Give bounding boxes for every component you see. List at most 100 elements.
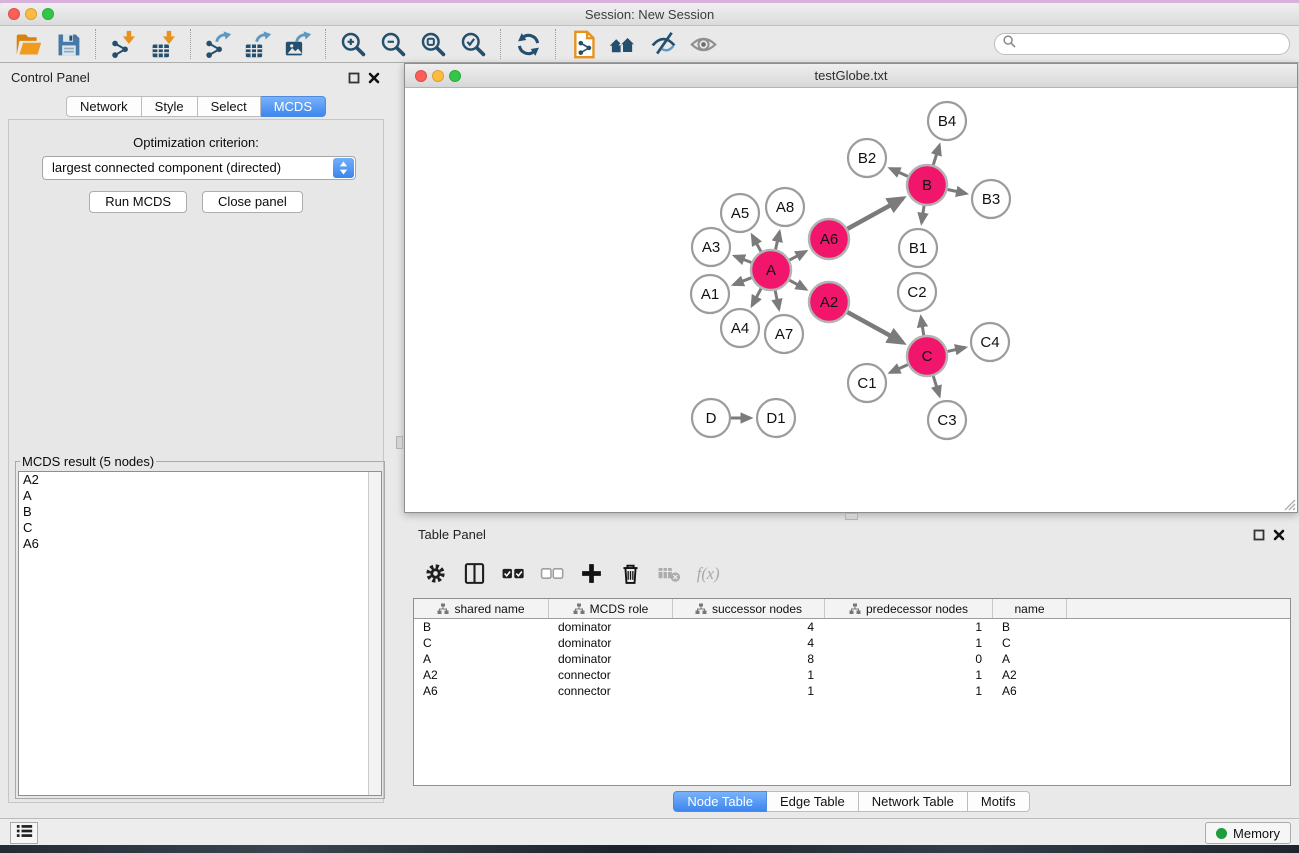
tab-style[interactable]: Style [142,96,198,117]
search-box[interactable] [994,33,1290,55]
graph-edge-A-A5[interactable] [752,235,761,251]
graph-node-A1[interactable]: A1 [691,275,729,313]
column-header-name[interactable]: name [993,599,1067,618]
add-icon[interactable] [576,558,606,588]
graph-edge-A-A4[interactable] [752,289,761,306]
tab-node-table[interactable]: Node Table [673,791,767,812]
column-header-shared-name[interactable]: shared name [414,599,549,618]
graph-node-A5[interactable]: A5 [721,194,759,232]
graph-node-C[interactable]: C [907,336,947,376]
home-icon[interactable] [603,28,643,60]
result-list-item[interactable]: A2 [19,472,381,488]
network-zoom-button[interactable] [449,70,461,82]
horizontal-splitter-handle[interactable] [845,513,858,520]
tab-mcds[interactable]: MCDS [261,96,326,117]
result-list-item[interactable]: A [19,488,381,504]
graph-node-D1[interactable]: D1 [757,399,795,437]
graph-edge-B-B4[interactable] [933,145,939,165]
graph-edge-A-A3[interactable] [735,256,752,262]
graph-edge-A-A8[interactable] [776,232,780,250]
zoom-in-icon[interactable] [333,28,373,60]
delete-icon[interactable] [615,558,645,588]
columns-icon[interactable] [459,558,489,588]
graph-node-A7[interactable]: A7 [765,315,803,353]
result-list-item[interactable]: B [19,504,381,520]
graph-edge-C-C2[interactable] [921,317,924,335]
graph-edge-A-A1[interactable] [734,278,752,285]
graph-node-C1[interactable]: C1 [848,364,886,402]
tab-motifs[interactable]: Motifs [968,791,1030,812]
result-list-item[interactable]: A6 [19,536,381,552]
save-session-icon[interactable] [48,28,88,60]
vertical-splitter-handle[interactable] [396,436,403,449]
tab-select[interactable]: Select [198,96,261,117]
column-header-successor-nodes[interactable]: successor nodes [673,599,825,618]
graph-node-B3[interactable]: B3 [972,180,1010,218]
memory-button[interactable]: Memory [1205,822,1291,844]
graph-edge-B-B2[interactable] [890,168,908,176]
graph-node-A[interactable]: A [751,250,791,290]
graph-edge-A-A2[interactable] [789,280,805,289]
graph-node-A8[interactable]: A8 [766,188,804,226]
graph-node-D[interactable]: D [692,399,730,437]
export-image-icon[interactable] [278,28,318,60]
task-history-button[interactable] [10,822,38,844]
network-close-button[interactable] [415,70,427,82]
zoom-out-icon[interactable] [373,28,413,60]
zoom-fit-icon[interactable] [413,28,453,60]
graph-edge-C-C1[interactable] [890,365,908,373]
minimize-window-button[interactable] [25,8,37,20]
search-input[interactable] [1017,37,1289,51]
network-canvas-svg[interactable]: AA1A2A3A4A5A6A7A8BB1B2B3B4CC1C2C3C4DD1 [405,89,1297,512]
column-header-mcds-role[interactable]: MCDS role [549,599,673,618]
graph-node-C3[interactable]: C3 [928,401,966,439]
tab-edge-table[interactable]: Edge Table [767,791,859,812]
open-folder-icon[interactable] [8,28,48,60]
graph-node-B[interactable]: B [907,165,947,205]
import-network-icon[interactable] [103,28,143,60]
graph-edge-C-C4[interactable] [947,348,965,352]
close-panel-button[interactable]: Close panel [202,191,303,213]
graph-edge-B-B1[interactable] [922,206,924,223]
zoom-selected-icon[interactable] [453,28,493,60]
graph-node-B4[interactable]: B4 [928,102,966,140]
graph-node-C4[interactable]: C4 [971,323,1009,361]
close-panel-icon[interactable] [368,71,380,83]
network-minimize-button[interactable] [432,70,444,82]
zoom-window-button[interactable] [42,8,54,20]
table-close-panel-icon[interactable] [1273,528,1285,540]
deselect-all-icon[interactable] [537,558,567,588]
export-table-icon[interactable] [238,28,278,60]
graph-node-A6[interactable]: A6 [809,219,849,259]
optimization-criterion-select[interactable]: largest connected component (directed) [42,156,356,180]
run-mcds-button[interactable]: Run MCDS [89,191,187,213]
table-row[interactable]: Bdominator41B [414,619,1290,635]
resize-grip-icon[interactable] [1282,497,1296,511]
table-row[interactable]: A2connector11A2 [414,667,1290,683]
hide-panels-icon[interactable] [643,28,683,60]
export-network-icon[interactable] [198,28,238,60]
graph-edge-A-A6[interactable] [790,251,806,260]
network-from-file-icon[interactable] [563,28,603,60]
show-panels-icon[interactable] [683,28,723,60]
settings-gear-icon[interactable] [420,558,450,588]
table-row[interactable]: A6connector11A6 [414,683,1290,699]
result-list-item[interactable]: C [19,520,381,536]
table-row[interactable]: Adominator80A [414,651,1290,667]
graph-node-A3[interactable]: A3 [692,228,730,266]
graph-edge-A6-B[interactable] [847,198,902,229]
table-row[interactable]: Cdominator41C [414,635,1290,651]
float-panel-icon[interactable] [348,71,360,83]
graph-edge-A-A7[interactable] [775,291,779,310]
close-window-button[interactable] [8,8,20,20]
graph-node-A2[interactable]: A2 [809,282,849,322]
mcds-result-list[interactable]: A2ABCA6 [18,471,382,796]
result-list-scrollbar[interactable] [368,472,381,795]
graph-edge-B-B3[interactable] [948,189,967,193]
graph-edge-A2-C[interactable] [847,312,902,343]
tab-network-table[interactable]: Network Table [859,791,968,812]
graph-edge-C-C3[interactable] [933,376,939,396]
graph-node-B1[interactable]: B1 [899,229,937,267]
column-header-predecessor-nodes[interactable]: predecessor nodes [825,599,993,618]
tab-network[interactable]: Network [66,96,142,117]
